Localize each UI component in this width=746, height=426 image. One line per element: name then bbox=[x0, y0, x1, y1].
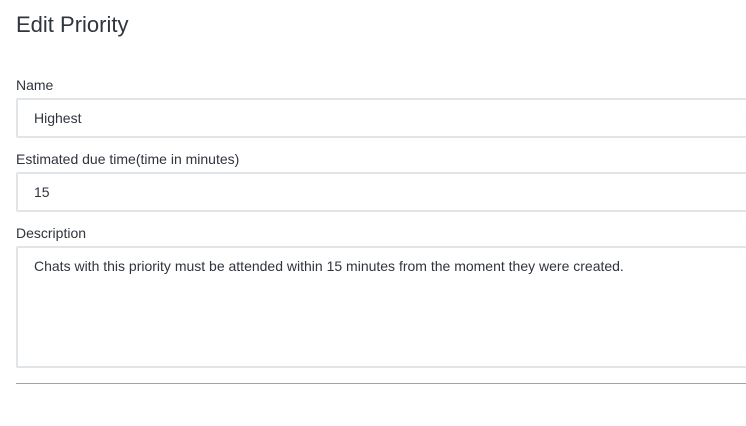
description-textarea[interactable]: Chats with this priority must be attende… bbox=[16, 246, 746, 368]
form-divider bbox=[16, 383, 746, 384]
name-input[interactable]: Highest bbox=[16, 98, 746, 138]
description-label: Description bbox=[16, 225, 87, 241]
due-time-label: Estimated due time(time in minutes) bbox=[16, 151, 240, 167]
name-label: Name bbox=[16, 77, 54, 93]
page-title: Edit Priority bbox=[16, 12, 129, 37]
due-time-input[interactable]: 15 bbox=[16, 172, 746, 212]
